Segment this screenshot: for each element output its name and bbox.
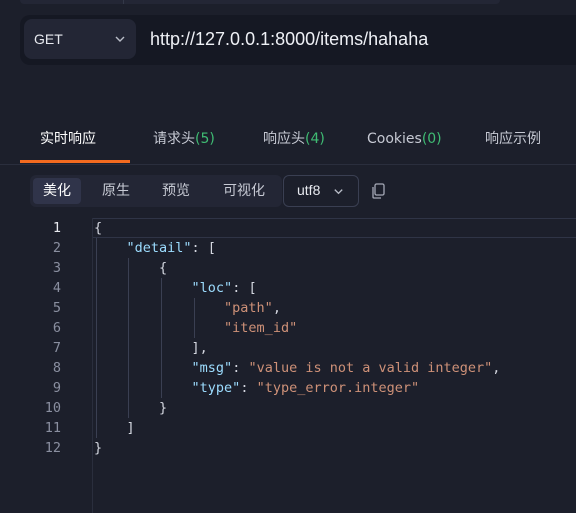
code-line: 5 "path", [0, 298, 576, 318]
code-line: 9 "type": "type_error.integer" [0, 378, 576, 398]
code-text: "loc": [ [94, 278, 257, 298]
code-text: "path", [94, 298, 281, 318]
tab-count: (4) [305, 131, 325, 147]
code-text: } [94, 398, 167, 418]
json-punctuation: : [240, 380, 257, 396]
chevron-down-icon [334, 189, 343, 195]
json-punctuation: ] [126, 420, 135, 436]
json-punctuation: { [159, 260, 168, 276]
json-key: "msg" [191, 360, 233, 376]
tab-label: 响应示例 [485, 131, 541, 147]
response-tabs: 实时响应 请求头(5) 响应头(4) Cookies(0) 响应示例 [0, 118, 576, 165]
tab-label: 请求头 [153, 131, 195, 147]
line-number: 12 [44, 440, 61, 456]
tab-response-example[interactable]: 响应示例 [485, 118, 541, 163]
line-number: 11 [44, 420, 61, 436]
line-number: 10 [44, 400, 61, 416]
previous-panel-edge [20, 0, 500, 4]
line-number: 9 [52, 380, 61, 396]
code-text: { [94, 258, 167, 278]
tab-response-headers[interactable]: 响应头(4) [263, 118, 325, 163]
tab-label: 响应头 [263, 131, 305, 147]
code-line: 12} [0, 438, 576, 458]
encoding-select[interactable]: utf8 [283, 175, 359, 207]
active-tab-indicator [20, 160, 130, 163]
code-line: 1{ [0, 218, 576, 238]
json-string: "value is not a valid integer" [248, 360, 493, 376]
json-string: "type_error.integer" [256, 380, 420, 396]
code-line: 10 } [0, 398, 576, 418]
tab-request-headers[interactable]: 请求头(5) [153, 118, 215, 163]
url-input[interactable]: http://127.0.0.1:8000/items/hahaha [150, 29, 428, 50]
json-punctuation: : [ [232, 280, 257, 296]
code-text: } [94, 438, 102, 458]
method-select[interactable]: GET [24, 19, 136, 59]
view-mode-visualize[interactable]: 可视化 [210, 178, 278, 204]
encoding-label: utf8 [297, 182, 321, 198]
line-number: 4 [52, 280, 61, 296]
view-mode-pretty[interactable]: 美化 [33, 178, 81, 204]
json-punctuation: , [272, 300, 281, 316]
json-key: "detail" [126, 240, 192, 256]
line-number: 2 [52, 240, 61, 256]
code-text: "msg": "value is not a valid integer", [94, 358, 501, 378]
line-number: 3 [52, 260, 61, 276]
tab-cookies[interactable]: Cookies(0) [367, 118, 442, 163]
response-toolbar: 美化 原生 预览 可视化 utf8 [0, 175, 576, 211]
json-key: "loc" [191, 280, 233, 296]
view-mode-raw[interactable]: 原生 [90, 178, 142, 204]
line-number: 1 [52, 220, 61, 236]
tab-realtime-response[interactable]: 实时响应 [40, 118, 96, 163]
code-text: ] [94, 418, 135, 438]
view-mode-switcher: 美化 原生 预览 可视化 [30, 175, 282, 207]
json-punctuation: : [ [191, 240, 216, 256]
json-punctuation: } [94, 440, 103, 456]
method-label: GET [34, 31, 63, 47]
tab-count: (5) [195, 131, 215, 147]
json-string: "item_id" [224, 320, 298, 336]
line-number: 6 [52, 320, 61, 336]
code-text: "type": "type_error.integer" [94, 378, 420, 398]
line-number: 7 [52, 340, 61, 356]
chevron-down-icon [115, 36, 125, 42]
tab-label: Cookies [367, 131, 422, 147]
code-line: 11 ] [0, 418, 576, 438]
line-number: 5 [52, 300, 61, 316]
panel-divider [123, 0, 124, 4]
code-text: ], [94, 338, 208, 358]
view-mode-preview[interactable]: 预览 [150, 178, 202, 204]
request-url-bar: GET http://127.0.0.1:8000/items/hahaha [20, 15, 576, 65]
code-line: 4 "loc": [ [0, 278, 576, 298]
line-number: 8 [52, 360, 61, 376]
code-line: 3 { [0, 258, 576, 278]
json-punctuation: } [159, 400, 168, 416]
json-string: "path" [224, 300, 273, 316]
json-punctuation: : [232, 360, 249, 376]
json-punctuation: ], [191, 340, 208, 356]
code-line: 7 ], [0, 338, 576, 358]
code-line: 8 "msg": "value is not a valid integer", [0, 358, 576, 378]
code-line: 6 "item_id" [0, 318, 576, 338]
response-body-editor[interactable]: 1{2 "detail": [3 {4 "loc": [5 "path", 6 "… [0, 218, 576, 513]
tab-count: (0) [421, 131, 442, 147]
json-punctuation: { [94, 220, 103, 236]
code-text: "detail": [ [94, 238, 216, 258]
copy-icon[interactable] [370, 182, 388, 200]
code-text: { [94, 218, 102, 238]
code-line: 2 "detail": [ [0, 238, 576, 258]
tab-label: 实时响应 [40, 131, 96, 147]
json-key: "type" [191, 380, 241, 396]
code-text: "item_id" [94, 318, 297, 338]
json-punctuation: , [492, 360, 501, 376]
